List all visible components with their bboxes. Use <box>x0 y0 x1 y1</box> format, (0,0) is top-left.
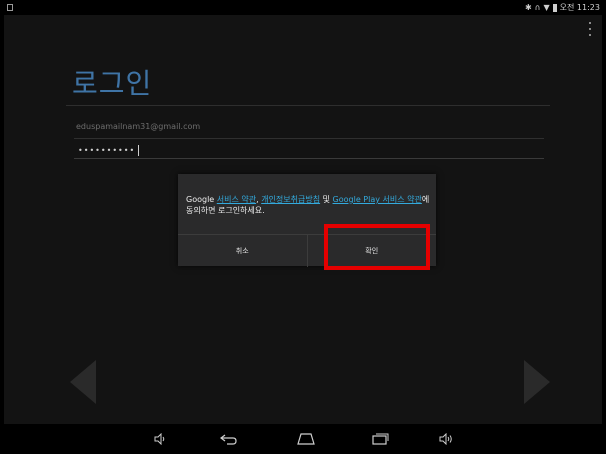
dialog-message: Google 서비스 약관, 개인정보취급방침 및 Google Play 서비… <box>186 194 430 216</box>
status-bar: ✱ ∩ ▼ 오전 11:23 <box>4 0 602 15</box>
cancel-button[interactable]: 취소 <box>178 235 307 266</box>
notification-icon <box>7 4 13 11</box>
volume-up-icon[interactable] <box>436 432 456 446</box>
password-field-underline <box>74 158 544 159</box>
confirm-highlight-box <box>324 224 430 270</box>
email-field[interactable]: eduspamailnam31@gmail.com <box>76 122 200 131</box>
title-divider <box>66 105 550 106</box>
terms-of-service-link[interactable]: 서비스 약관 <box>217 195 256 204</box>
status-clock: 오전 11:23 <box>559 3 600 12</box>
bluetooth-icon: ✱ <box>524 3 532 12</box>
battery-icon <box>552 3 557 12</box>
dialog-text-and: 및 <box>320 195 333 204</box>
headset-icon: ∩ <box>534 3 541 12</box>
previous-arrow-icon[interactable] <box>70 360 96 404</box>
back-icon[interactable] <box>219 432 239 446</box>
dialog-text-google: Google <box>186 195 217 204</box>
text-cursor <box>138 145 139 156</box>
next-arrow-icon[interactable] <box>524 360 550 404</box>
password-field[interactable]: •••••••••• <box>78 146 135 155</box>
navigation-bar <box>4 424 602 454</box>
page-title: 로그인 <box>72 67 153 100</box>
recent-apps-icon[interactable] <box>370 432 390 446</box>
status-icons: ✱ ∩ ▼ 오전 11:23 <box>525 2 600 13</box>
wifi-icon: ▼ <box>543 3 550 12</box>
privacy-policy-link[interactable]: 개인정보취급방침 <box>261 195 320 204</box>
play-services-terms-link[interactable]: Google Play 서비스 약관 <box>333 195 422 204</box>
email-field-underline <box>74 138 544 139</box>
volume-down-icon[interactable] <box>150 432 170 446</box>
home-icon[interactable] <box>296 432 316 446</box>
overflow-menu-icon[interactable] <box>589 22 592 36</box>
screen: ✱ ∩ ▼ 오전 11:23 로그인 eduspamailnam31@gmail… <box>4 0 602 454</box>
